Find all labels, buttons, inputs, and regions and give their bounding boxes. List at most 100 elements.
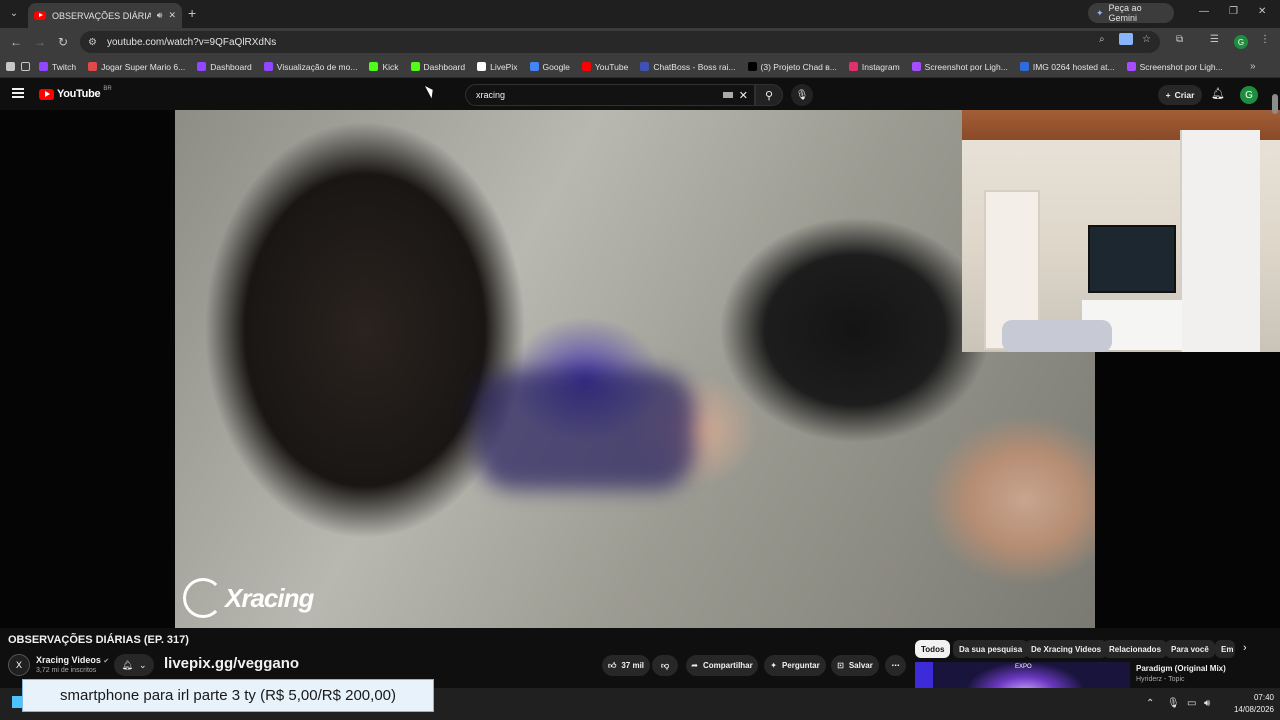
- browser-profile-avatar[interactable]: G: [1234, 35, 1248, 49]
- bookmark-favicon-icon: [477, 62, 487, 71]
- close-tab-icon[interactable]: ✕: [168, 10, 176, 21]
- extensions-icon[interactable]: ⧉: [1176, 34, 1183, 45]
- chip-em[interactable]: Em: [1215, 640, 1235, 658]
- bookmark-label: Kick: [382, 61, 399, 72]
- gemini-label: Peça ao Gemini: [1108, 3, 1142, 23]
- voice-search-button[interactable]: 🎙︎: [791, 84, 813, 106]
- bookmark-item[interactable]: Jogar Super Mario 6...: [85, 62, 188, 72]
- reload-icon[interactable]: ↻: [58, 35, 68, 49]
- apps-icon[interactable]: [6, 62, 15, 71]
- minimize-icon[interactable]: —: [1199, 6, 1209, 17]
- blurred-region: [475, 370, 695, 490]
- bookmark-label: Google: [542, 61, 570, 72]
- bookmark-item[interactable]: Screenshot por Ligh...: [1124, 62, 1226, 72]
- tray-display-icon[interactable]: ▭: [1187, 698, 1196, 709]
- bookmark-favicon-icon: [88, 62, 98, 71]
- chevron-right-icon[interactable]: ›: [1243, 642, 1247, 654]
- bookmark-item[interactable]: (3) Projeto Chad в...: [745, 62, 840, 72]
- site-info-icon[interactable]: ⚙︎: [88, 37, 97, 48]
- video-frame[interactable]: [175, 110, 1095, 628]
- share-icon: ➦: [691, 661, 698, 670]
- new-tab-button[interactable]: +: [188, 5, 196, 21]
- dislike-button[interactable]: 👎︎: [652, 655, 678, 676]
- bookmark-item[interactable]: Kick: [366, 62, 401, 72]
- related-video-title[interactable]: Paradigm (Original Mix): [1136, 664, 1226, 673]
- browser-tab-strip: ⌄ OBSERVAÇÕES DIÁRIAS (EP. 317) 🔊︎ ✕ + ✦…: [0, 0, 1280, 28]
- speaker-icon[interactable]: 🔊︎: [157, 10, 163, 21]
- search-input[interactable]: xracing ✕: [465, 84, 755, 106]
- bookmark-item[interactable]: Google: [527, 62, 573, 72]
- tray-microphone-icon[interactable]: 🎙︎: [1167, 698, 1180, 709]
- bookmark-item[interactable]: Instagram: [846, 62, 903, 72]
- notifications-bell-icon[interactable]: 🔔︎: [1211, 87, 1225, 100]
- bookmark-label: (3) Projeto Chad в...: [760, 61, 837, 72]
- create-label: Criar: [1174, 90, 1195, 100]
- page-scrollbar[interactable]: [1270, 82, 1280, 682]
- account-avatar[interactable]: G: [1240, 86, 1258, 104]
- chip-de-xracing-videos[interactable]: De Xracing Videos: [1025, 640, 1108, 658]
- bookmark-item[interactable]: Screenshot por Ligh...: [909, 62, 1011, 72]
- bookmark-label: YouTube: [594, 61, 629, 72]
- bookmark-favicon-icon: [1126, 62, 1136, 71]
- bookmark-item[interactable]: Visualização de mo...: [261, 62, 361, 72]
- clear-search-icon[interactable]: ✕: [739, 89, 748, 102]
- bookmark-item[interactable]: YouTube: [579, 62, 631, 72]
- bookmark-label: Jogar Super Mario 6...: [101, 61, 186, 72]
- bell-icon: 🔔︎: [121, 659, 133, 670]
- menu-icon[interactable]: [12, 88, 24, 98]
- search-icon: ⚲: [764, 89, 774, 102]
- bookmark-item[interactable]: Dashboard: [194, 62, 255, 72]
- restore-icon[interactable]: ❐: [1229, 6, 1238, 17]
- clock-time: 07:40: [1253, 693, 1274, 702]
- tray-volume-icon[interactable]: 🔊︎: [1204, 698, 1210, 709]
- webcam-bed: [1002, 320, 1112, 352]
- like-button[interactable]: 👍︎ 37 mil: [602, 655, 650, 676]
- subscription-bell-button[interactable]: 🔔︎ ⌄: [114, 654, 154, 676]
- bookmark-favicon-icon: [197, 62, 207, 71]
- forward-icon[interactable]: →: [34, 35, 46, 49]
- bookmark-item[interactable]: ChatBoss - Boss rai...: [637, 62, 738, 72]
- create-button[interactable]: + Criar: [1158, 85, 1202, 105]
- chip-relacionados[interactable]: Relacionados: [1103, 640, 1168, 658]
- livepix-overlay-text: livepix.gg/veggano: [164, 655, 300, 672]
- more-actions-button[interactable]: ⋯: [885, 655, 906, 676]
- video-title: OBSERVAÇÕES DIÁRIAS (EP. 317): [8, 634, 189, 646]
- more-bookmarks-icon[interactable]: »: [1250, 61, 1256, 72]
- channel-name[interactable]: Xracing Videos ✔︎: [36, 655, 109, 665]
- browser-menu-icon[interactable]: ⋮: [1260, 34, 1270, 45]
- channel-avatar[interactable]: X: [8, 654, 30, 676]
- bookmark-label: Twitch: [52, 61, 77, 72]
- bookmark-favicon-icon: [640, 62, 650, 71]
- cast-icon[interactable]: [1119, 33, 1133, 45]
- close-window-icon[interactable]: ✕: [1258, 6, 1266, 17]
- bookmark-favicon-icon: [747, 62, 757, 71]
- youtube-logo[interactable]: YouTube BR: [39, 86, 112, 100]
- zoom-icon[interactable]: ⌕: [1099, 34, 1105, 45]
- tab-search-icon[interactable]: ⌄: [6, 5, 22, 21]
- address-bar[interactable]: ⚙︎ youtube.com/watch?v=9QFaQlRXdNs: [80, 31, 1160, 53]
- reading-list-icon[interactable]: ☰: [1210, 34, 1219, 45]
- bookmark-item[interactable]: LivePix: [474, 62, 520, 72]
- save-button[interactable]: ⊡ Salvar: [831, 655, 879, 676]
- gemini-button[interactable]: ✦ Peça ao Gemini: [1088, 3, 1174, 23]
- chip-todos[interactable]: Todos: [915, 640, 951, 658]
- bookmark-item[interactable]: Twitch: [36, 62, 79, 72]
- scrollbar-thumb[interactable]: [1272, 94, 1278, 114]
- related-video-channel[interactable]: Hyriderz - Topic: [1136, 676, 1185, 683]
- search-button[interactable]: ⚲: [755, 84, 783, 106]
- bookmark-item[interactable]: IMG 0264 hosted at...: [1017, 62, 1118, 72]
- bookmark-item[interactable]: Dashboard: [408, 62, 469, 72]
- ask-button[interactable]: ✦ Perguntar: [764, 655, 826, 676]
- keyboard-icon[interactable]: [722, 92, 733, 98]
- chip-da-sua-pesquisa[interactable]: Da sua pesquisa: [953, 640, 1029, 658]
- tab-groups-icon[interactable]: [21, 62, 30, 71]
- clock-date: 14/08/2026: [1233, 705, 1274, 714]
- share-button[interactable]: ➦ Compartilhar: [686, 655, 758, 676]
- tray-chevron-icon[interactable]: ⌃: [1146, 698, 1154, 709]
- webcam-overlay: [962, 110, 1280, 352]
- chip-para-voce[interactable]: Para você: [1165, 640, 1215, 658]
- back-icon[interactable]: ←: [10, 35, 22, 49]
- bookmark-star-icon[interactable]: ☆: [1142, 34, 1151, 45]
- system-clock[interactable]: 07:40 14/08/2026: [1220, 692, 1274, 716]
- browser-tab[interactable]: OBSERVAÇÕES DIÁRIAS (EP. 317) 🔊︎ ✕: [28, 3, 182, 28]
